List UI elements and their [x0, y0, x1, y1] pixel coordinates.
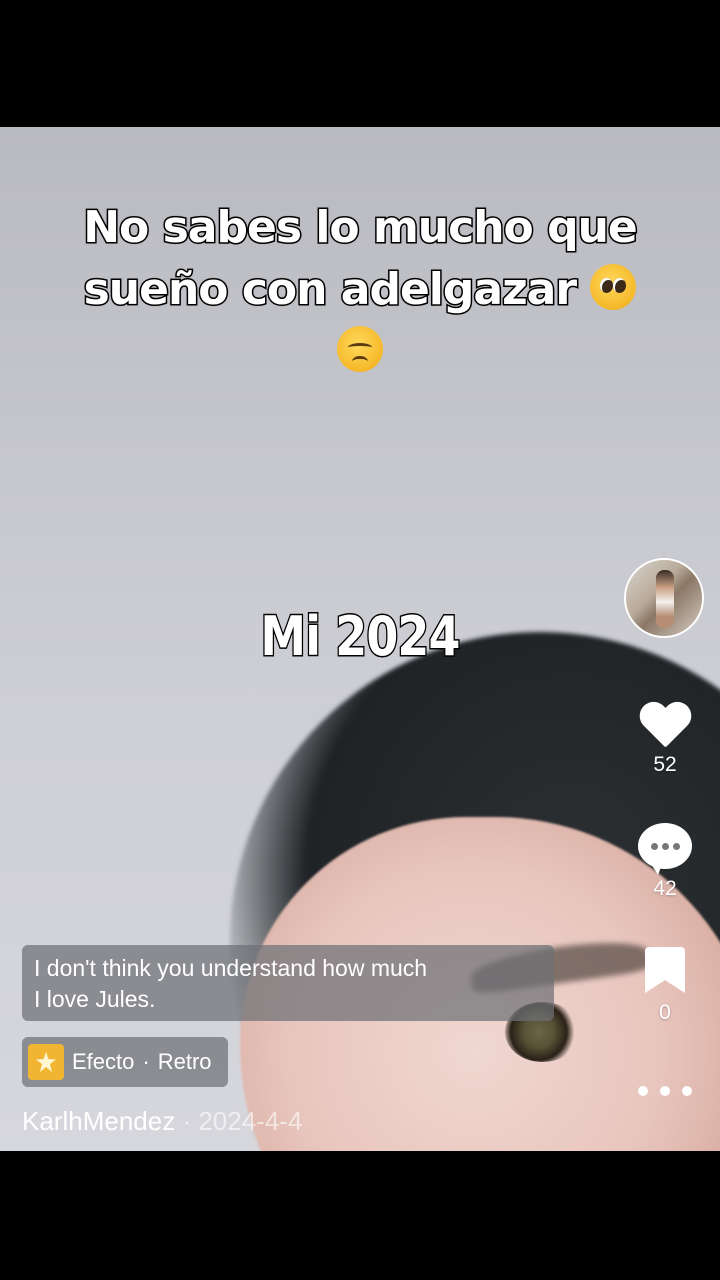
save-button[interactable]: 0: [620, 947, 710, 1025]
overlay-headline: No sabes lo mucho que sueño con adelgaza…: [40, 197, 680, 383]
bottom-black-bar: [0, 1151, 720, 1280]
author-line: KarlhMendez · 2024-4-4: [22, 1106, 302, 1137]
post-date: 2024-4-4: [198, 1106, 303, 1136]
like-button[interactable]: 52: [620, 703, 710, 777]
heart-icon: [638, 703, 692, 751]
bookmark-icon: [645, 947, 685, 993]
lyric-caption: I don't think you understand how much I …: [22, 945, 554, 1021]
pleading-face-emoji-icon: [590, 264, 637, 310]
comment-icon: [638, 823, 692, 877]
more-dots-icon: [635, 1083, 695, 1097]
headline-line-1: No sabes lo mucho que: [82, 201, 640, 255]
author-separator: ·: [182, 1106, 192, 1136]
lyric-line-1: I don't think you understand how much: [34, 955, 428, 981]
avatar-photo: [656, 570, 674, 628]
headline-line-2: sueño con adelgazar: [82, 263, 578, 317]
center-caption: Mi 2024: [259, 604, 462, 670]
author-username[interactable]: KarlhMendez: [22, 1106, 175, 1136]
disappointed-face-emoji-icon: [337, 326, 383, 372]
comment-count: 42: [653, 877, 677, 900]
effect-label: Efecto: [72, 1049, 135, 1074]
creator-avatar[interactable]: [624, 558, 704, 638]
effect-tag[interactable]: Efecto · Retro: [22, 1037, 228, 1087]
comment-button[interactable]: 42: [620, 823, 710, 901]
top-black-bar: [0, 0, 720, 127]
save-count: 0: [659, 1001, 671, 1024]
lyric-line-2: I love Jules.: [34, 986, 156, 1012]
sparkle-effect-icon: [28, 1044, 64, 1080]
effect-separator: ·: [142, 1049, 150, 1074]
more-options-button[interactable]: [620, 1083, 710, 1097]
effect-name: Retro: [157, 1049, 212, 1074]
like-count: 52: [653, 753, 677, 776]
